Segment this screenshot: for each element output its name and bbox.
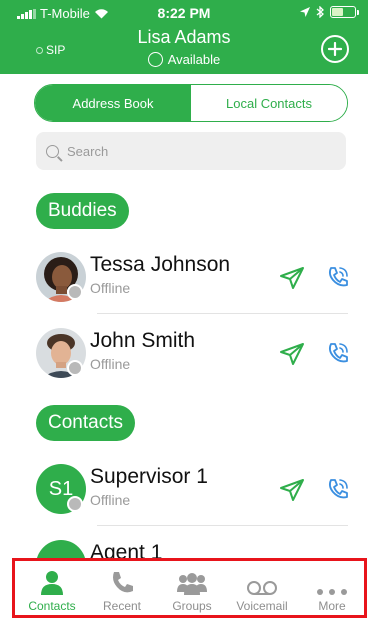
bluetooth-icon — [316, 6, 324, 18]
battery-icon — [330, 6, 359, 18]
section-header-contacts: Contacts — [36, 405, 135, 441]
add-contact-button[interactable] — [321, 35, 349, 63]
bottom-tab-bar: Contacts Recent Groups Voicemail More — [17, 561, 367, 619]
contact-name: Supervisor 1 — [90, 465, 208, 488]
presence-offline-indicator — [67, 496, 83, 512]
tab-address-book[interactable]: Address Book — [35, 85, 191, 121]
user-presence[interactable]: Available — [0, 52, 368, 67]
row-divider — [97, 525, 348, 526]
section-header-buddies: Buddies — [36, 193, 129, 229]
tab-label: Contacts — [28, 599, 76, 613]
location-arrow-icon — [300, 7, 310, 17]
contact-row[interactable]: John Smith Offline — [0, 316, 368, 390]
presence-ring-icon — [147, 52, 163, 67]
person-icon — [40, 568, 64, 596]
status-icons — [300, 6, 359, 18]
more-dots-icon — [316, 568, 348, 596]
contact-name: John Smith — [90, 329, 196, 352]
tab-local-contacts[interactable]: Local Contacts — [191, 85, 347, 121]
search-bar — [36, 132, 346, 170]
user-name: Lisa Adams — [137, 27, 231, 47]
call-icon[interactable] — [325, 264, 351, 290]
tab-recent[interactable]: Recent — [87, 561, 157, 619]
app-header: T-Mobile 8:22 PM SIP Lisa Adams Availabl… — [0, 0, 368, 74]
tab-more[interactable]: More — [297, 561, 367, 619]
presence-offline-indicator — [67, 360, 83, 376]
tab-voicemail[interactable]: Voicemail — [227, 561, 297, 619]
add-icon — [328, 42, 342, 56]
search-icon — [46, 144, 59, 158]
tab-contacts[interactable]: Contacts — [17, 561, 87, 619]
tab-label: More — [318, 599, 346, 613]
status-bar: T-Mobile 8:22 PM — [0, 5, 368, 22]
contact-status: Offline — [90, 356, 131, 372]
group-icon — [177, 568, 207, 596]
contact-row[interactable]: S1 Supervisor 1 Offline — [0, 452, 368, 526]
tab-label: Voicemail — [236, 599, 288, 613]
user-status-label: Available — [167, 52, 221, 67]
contact-status: Offline — [90, 492, 131, 508]
voicemail-icon — [246, 568, 278, 596]
contact-name: Tessa Johnson — [90, 253, 231, 276]
send-message-icon[interactable] — [279, 342, 305, 366]
phone-icon — [109, 568, 135, 596]
tab-groups[interactable]: Groups — [157, 561, 227, 619]
address-book-segment: Address Book Local Contacts — [34, 84, 348, 122]
search-input[interactable] — [67, 143, 327, 159]
send-message-icon[interactable] — [279, 478, 305, 502]
tab-label: Groups — [172, 599, 212, 613]
tab-label: Recent — [102, 599, 142, 613]
row-divider — [97, 313, 348, 314]
call-icon[interactable] — [325, 340, 351, 366]
contact-row[interactable]: Tessa Johnson Offline — [0, 240, 368, 314]
presence-offline-indicator — [67, 284, 83, 300]
contact-status: Offline — [90, 280, 131, 296]
call-icon[interactable] — [325, 476, 351, 502]
send-message-icon[interactable] — [279, 266, 305, 290]
